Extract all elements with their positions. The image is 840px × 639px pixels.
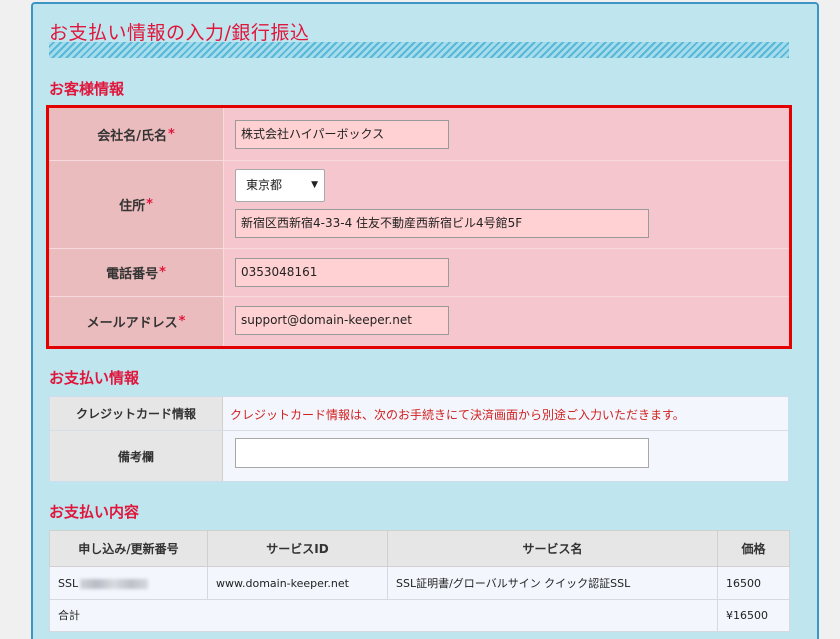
email-row: メールアドレス * support@domain-keeper.net — [49, 297, 789, 346]
credit-card-label: クレジットカード情報 — [50, 397, 223, 430]
company-row: 会社名/氏名 * 株式会社ハイパーボックス — [49, 108, 789, 161]
customer-info-box: 会社名/氏名 * 株式会社ハイパーボックス 住所 * 東京都 ▼ 新宿区西新宿4-3… — [46, 105, 792, 349]
title-underline-stripe — [49, 42, 789, 58]
payment-section-title: お支払い情報 — [49, 369, 140, 387]
required-mark: * — [178, 314, 186, 329]
company-name-field[interactable]: 株式会社ハイパーボックス — [235, 120, 449, 149]
col-header-order-number: 申し込み/更新番号 — [49, 529, 208, 568]
total-value: ¥16500 — [717, 598, 790, 633]
col-header-price: 価格 — [717, 529, 790, 568]
page-title: お支払い情報の入力/銀行振込 — [49, 22, 310, 44]
order-section-title: お支払い内容 — [49, 503, 140, 521]
table-row: SSL www.domain-keeper.net SSL証明書/グローバルサイ… — [49, 566, 790, 600]
col-header-service-id: サービスID — [207, 529, 388, 568]
total-row: 合計 ¥16500 — [49, 598, 790, 633]
email-label: メールアドレス * — [49, 297, 224, 346]
phone-row: 電話番号 * 0353048161 — [49, 249, 789, 297]
redacted-number — [80, 578, 149, 589]
dropdown-arrow-icon: ▼ — [311, 180, 318, 190]
remarks-label: 備考欄 — [50, 431, 223, 481]
remarks-row: 備考欄 — [50, 431, 788, 481]
total-label: 合計 — [49, 598, 718, 633]
order-header-row: 申し込み/更新番号 サービスID サービス名 価格 — [49, 529, 790, 568]
order-number-cell: SSL — [49, 566, 208, 600]
required-mark: * — [159, 265, 166, 280]
address-field[interactable]: 新宿区西新宿4-33-4 住友不動産西新宿ビル4号館5F — [235, 209, 649, 238]
address-row: 住所 * 東京都 ▼ 新宿区西新宿4-33-4 住友不動産西新宿ビル4号館5F — [49, 161, 789, 249]
phone-field[interactable]: 0353048161 — [235, 258, 449, 287]
credit-card-note: クレジットカード情報は、次のお手続きにて決済画面から別途ご入力いただきます。 — [230, 408, 685, 422]
required-mark: * — [167, 126, 175, 142]
email-field[interactable]: support@domain-keeper.net — [235, 306, 449, 335]
company-label: 会社名/氏名 * — [49, 108, 224, 160]
customer-section-title: お客様情報 — [49, 80, 125, 98]
service-name-cell: SSL証明書/グローバルサイン クイック認証SSL — [387, 566, 718, 600]
payment-info-table: クレジットカード情報 クレジットカード情報は、次のお手続きにて決済画面から別途ご… — [49, 396, 789, 482]
credit-card-row: クレジットカード情報 クレジットカード情報は、次のお手続きにて決済画面から別途ご… — [50, 397, 788, 431]
prefecture-select[interactable]: 東京都 ▼ — [235, 169, 325, 202]
col-header-service-name: サービス名 — [387, 529, 718, 568]
price-cell: 16500 — [717, 566, 790, 600]
required-mark: * — [146, 197, 153, 212]
remarks-field[interactable] — [235, 438, 649, 468]
order-table: 申し込み/更新番号 サービスID サービス名 価格 SSL www.domain… — [49, 529, 790, 633]
address-label: 住所 * — [49, 161, 224, 248]
service-id-cell: www.domain-keeper.net — [207, 566, 388, 600]
phone-label: 電話番号 * — [49, 249, 224, 296]
